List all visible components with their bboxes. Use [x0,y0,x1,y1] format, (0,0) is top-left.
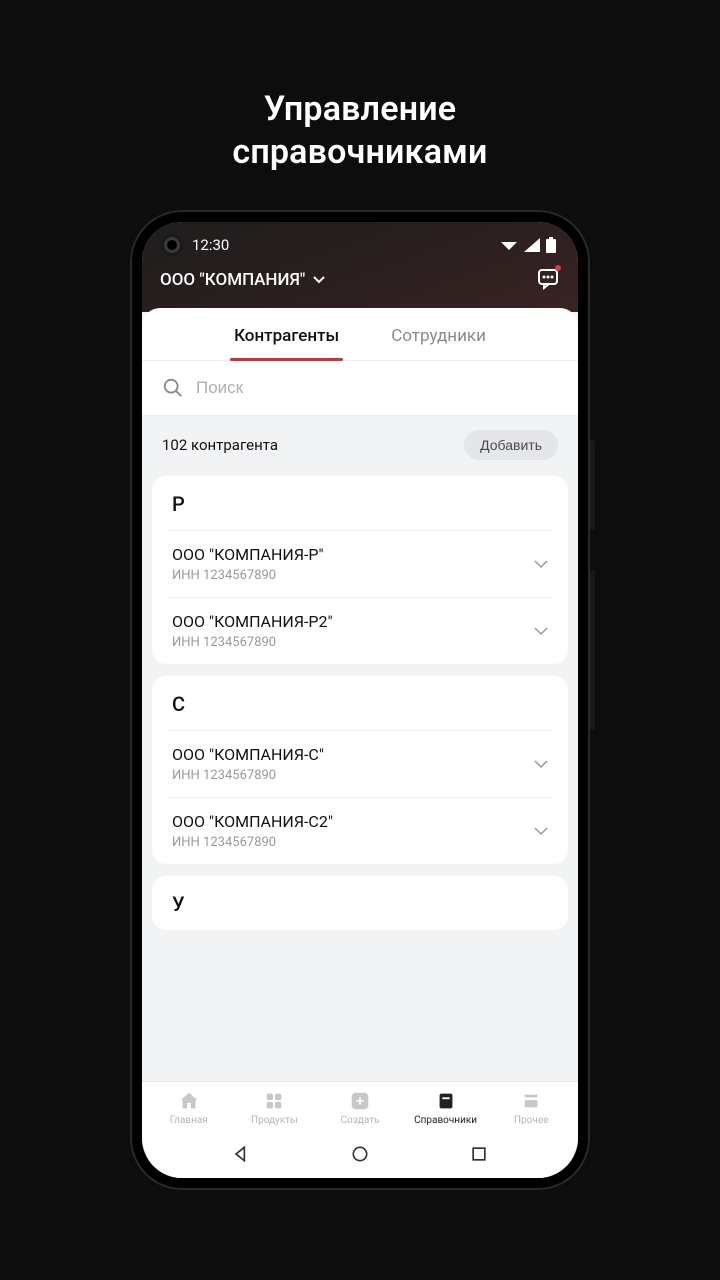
item-name: ООО "КОМПАНИЯ-Р" [172,545,324,564]
group-letter: У [168,876,552,930]
tabbar-label: Главная [170,1115,208,1126]
tab-employees[interactable]: Сотрудники [391,326,486,360]
chevron-down-icon [534,760,548,768]
chevron-down-icon [534,827,548,835]
signal-icon [524,238,540,252]
tabbar-more[interactable]: Прочее [492,1090,570,1126]
list-group: С ООО "КОМПАНИЯ-С" ИНН 1234567890 ООО "К… [152,676,568,864]
item-name: ООО "КОМПАНИЯ-С" [172,745,324,764]
tabbar-label: Прочее [514,1115,549,1126]
item-name: ООО "КОМПАНИЯ-Р2" [172,612,333,631]
wifi-icon [500,238,518,252]
group-letter: Р [168,476,552,531]
chevron-down-icon [534,560,548,568]
search-row[interactable] [142,360,578,416]
item-inn: ИНН 1234567890 [172,568,324,583]
tabbar-create[interactable]: Создать [321,1090,399,1126]
app-header: 12:30 ООО "КОМПАНИЯ" [142,222,578,312]
main-panel: Контрагенты Сотрудники [142,308,578,416]
nav-home-icon[interactable] [350,1144,370,1164]
app-tabbar: Главная Продукты Создать Справочники Про… [142,1081,578,1132]
book-icon [435,1090,457,1112]
list-item[interactable]: ООО "КОМПАНИЯ-С2" ИНН 1234567890 [168,798,552,864]
page-heading: Управление справочниками [0,0,720,173]
tabbar-home[interactable]: Главная [150,1090,228,1126]
home-icon [178,1090,200,1112]
add-button[interactable]: Добавить [464,430,558,460]
tabbar-label: Продукты [251,1115,298,1126]
tabbar-products[interactable]: Продукты [235,1090,313,1126]
phone-side-button [590,440,595,530]
status-time: 12:30 [192,236,229,254]
notification-dot [555,265,561,271]
tab-bar: Контрагенты Сотрудники [142,308,578,360]
nav-recent-icon[interactable] [469,1144,489,1164]
item-inn: ИНН 1234567890 [172,635,333,650]
more-icon [520,1090,542,1112]
phone-screen: 12:30 ООО "КОМПАНИЯ" [142,222,578,1178]
camera-cutout [164,237,180,253]
org-name: ООО "КОМПАНИЯ" [160,270,305,290]
system-nav-bar [142,1132,578,1178]
list-area[interactable]: Р ООО "КОМПАНИЯ-Р" ИНН 1234567890 ООО "К… [142,476,578,1081]
status-bar: 12:30 [160,234,560,266]
item-inn: ИНН 1234567890 [172,835,333,850]
count-row: 102 контрагента Добавить [142,416,578,476]
list-group: Р ООО "КОМПАНИЯ-Р" ИНН 1234567890 ООО "К… [152,476,568,664]
tabbar-label: Создать [341,1115,380,1126]
list-item[interactable]: ООО "КОМПАНИЯ-С" ИНН 1234567890 [168,731,552,798]
phone-frame: 12:30 ООО "КОМПАНИЯ" [130,210,590,1190]
list-group: У [152,876,568,930]
tab-counterparties[interactable]: Контрагенты [234,326,339,360]
item-name: ООО "КОМПАНИЯ-С2" [172,812,333,831]
tabbar-references[interactable]: Справочники [407,1090,485,1126]
grid-icon [263,1090,285,1112]
page-heading-line2: справочниками [0,131,720,174]
item-inn: ИНН 1234567890 [172,768,324,783]
plus-icon [349,1090,371,1112]
org-selector[interactable]: ООО "КОМПАНИЯ" [160,270,325,290]
search-icon [162,377,184,399]
phone-side-button [590,570,595,730]
chevron-down-icon [313,276,325,284]
list-item[interactable]: ООО "КОМПАНИЯ-Р" ИНН 1234567890 [168,531,552,598]
page-heading-line1: Управление [0,88,720,131]
chat-button[interactable] [536,266,560,294]
battery-icon [546,237,556,253]
count-label: 102 контрагента [162,436,278,454]
list-item[interactable]: ООО "КОМПАНИЯ-Р2" ИНН 1234567890 [168,598,552,664]
tabbar-label: Справочники [414,1115,477,1126]
search-input[interactable] [196,378,558,398]
nav-back-icon[interactable] [231,1144,251,1164]
group-letter: С [168,676,552,731]
chevron-down-icon [534,627,548,635]
